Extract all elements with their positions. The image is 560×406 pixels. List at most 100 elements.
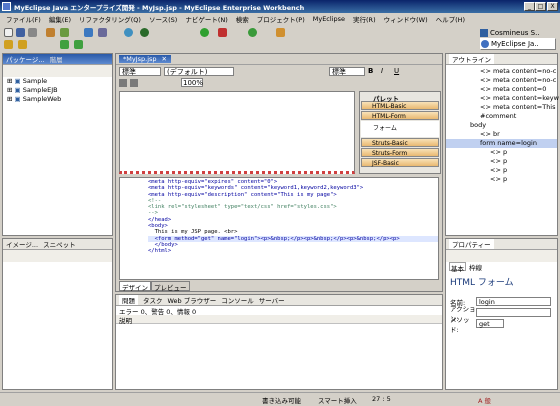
tab-border[interactable]: 枠線	[469, 262, 482, 272]
outline-item[interactable]: <> meta content=keyw	[446, 94, 559, 103]
menu-file[interactable]: ファイル(F)	[2, 14, 45, 24]
design-canvas[interactable]	[119, 91, 355, 174]
menu-window[interactable]: ウィンドウ(W)	[380, 14, 432, 24]
close-button[interactable]: X	[547, 2, 558, 11]
forward-icon[interactable]	[18, 40, 27, 49]
main-toolbar	[0, 25, 470, 52]
perspective-item-cosmineus[interactable]: Cosmineus S..	[480, 27, 556, 38]
perspective-item-myeclipse[interactable]: MyEclipse Ja..	[480, 38, 556, 50]
package-tree: ⊞ ▣ Sample ⊞ ▣ SampleEJB ⊞ ▣ SampleWeb	[3, 77, 112, 104]
bold-button[interactable]: B	[368, 67, 378, 75]
new-class-icon[interactable]	[248, 28, 257, 37]
status-bar: 書き込み可能 スマート挿入 27 : 5 A 般	[0, 392, 560, 406]
deploy-icon[interactable]	[98, 28, 107, 37]
outline-item[interactable]: <> meta content=no-c	[446, 67, 557, 76]
outline-item[interactable]: <> p	[446, 157, 557, 166]
web-icon[interactable]	[140, 28, 149, 37]
new-icon[interactable]	[4, 28, 13, 37]
debug-icon[interactable]	[60, 28, 69, 37]
package-toolbar	[3, 65, 112, 77]
menu-project[interactable]: プロジェクト(P)	[253, 14, 309, 24]
image-toolbar	[3, 250, 112, 262]
tree-item-sample[interactable]: ⊞ ▣ Sample	[7, 77, 112, 86]
tab-package-explorer[interactable]: パッケージ...	[6, 54, 45, 64]
format-icon[interactable]	[130, 78, 138, 87]
tab-tasks[interactable]: タスク	[143, 295, 163, 305]
italic-button[interactable]: I	[381, 67, 391, 75]
menu-source[interactable]: ソース(S)	[145, 14, 181, 24]
editor-tabs: *MyJsp.jsp ✕	[116, 54, 442, 65]
perspective-switcher: Cosmineus S.. MyEclipse Ja..	[470, 26, 558, 51]
font-select[interactable]: (デフォルト)	[164, 66, 234, 76]
tab-console[interactable]: コンソール	[221, 295, 254, 305]
menu-navigate[interactable]: ナビゲート(N)	[181, 14, 231, 24]
properties-panel: プロパティー 基本 枠線 HTML フォーム 名前: login アクション: …	[445, 238, 558, 390]
maximize-button[interactable]: □	[535, 2, 546, 11]
print-icon[interactable]	[28, 28, 37, 37]
outline-item[interactable]: <> meta content=no-c	[446, 76, 557, 85]
tab-snippet[interactable]: スニペット	[43, 239, 76, 249]
tab-basic[interactable]: 基本	[449, 262, 466, 273]
properties-heading: HTML フォーム	[450, 278, 514, 288]
save-icon[interactable]	[16, 28, 25, 37]
palette-form[interactable]: フォーム	[361, 121, 439, 137]
search-icon[interactable]	[276, 28, 285, 37]
name-field[interactable]: login	[476, 297, 551, 306]
tree-item-sampleejb[interactable]: ⊞ ▣ SampleEJB	[7, 86, 112, 95]
tab-problems[interactable]: 問題	[119, 295, 138, 305]
server-icon[interactable]	[84, 28, 93, 37]
tab-web-browser[interactable]: Web ブラウザー	[168, 295, 217, 305]
style-select[interactable]: 標準	[119, 66, 161, 76]
action-field[interactable]	[476, 308, 551, 317]
palette-html-basic[interactable]: HTML-Basic	[361, 101, 439, 110]
menu-help[interactable]: ヘルプ(H)	[432, 14, 469, 24]
zoom-select[interactable]: 100%	[181, 78, 203, 87]
outline-item[interactable]: <> p	[446, 148, 557, 157]
palette-html-form[interactable]: HTML-Form	[361, 111, 439, 120]
menu-edit[interactable]: 編集(E)	[45, 14, 75, 24]
tree-item-sampleweb[interactable]: ⊞ ▣ SampleWeb	[7, 95, 112, 104]
underline-button[interactable]: U	[394, 67, 404, 75]
package-explorer-tabs: パッケージ... 階層	[3, 54, 112, 65]
source-editor[interactable]: <meta http-equiv="expires" content="0"> …	[119, 177, 439, 280]
nav-back-icon[interactable]	[60, 40, 69, 49]
minimize-button[interactable]: _	[524, 2, 535, 11]
menu-search[interactable]: 検索	[232, 14, 253, 24]
tab-hierarchy[interactable]: 階層	[50, 54, 63, 64]
title-bar: MyEclipse Java エンタープライズ開発 - MyJsp.jsp - …	[0, 0, 560, 13]
column-header-description[interactable]: 説明	[116, 315, 442, 325]
browser-icon[interactable]	[124, 28, 133, 37]
tab-design[interactable]: デザイン	[119, 281, 151, 292]
ext-tools-icon[interactable]	[218, 28, 227, 37]
method-row: メソッド: get	[446, 316, 557, 334]
outline-item[interactable]: <> p	[446, 166, 557, 175]
tab-preview[interactable]: プレビュー	[151, 281, 190, 292]
run-icon[interactable]	[200, 28, 209, 37]
menu-myeclipse[interactable]: MyEclipse	[309, 15, 349, 23]
palette-struts-form[interactable]: Struts-Form	[361, 148, 439, 157]
open-type-icon[interactable]	[46, 28, 55, 37]
menu-refactor[interactable]: リファクタリング(Q)	[75, 14, 145, 24]
tab-properties[interactable]: プロパティー	[449, 239, 494, 249]
outline-item[interactable]: <> br	[446, 130, 557, 139]
outline-item-comment[interactable]: #comment	[446, 112, 557, 121]
outline-item-form[interactable]: form name=login	[446, 139, 557, 148]
image-panel-tabs: イメージ... スニペット	[3, 239, 112, 250]
outline-item[interactable]: <> p	[446, 175, 557, 184]
format-icon[interactable]	[119, 78, 127, 87]
tab-servers[interactable]: サーバー	[259, 295, 285, 305]
nav-forward-icon[interactable]	[74, 40, 83, 49]
problems-panel: 問題 タスク Web ブラウザー コンソール サーバー エラー 0、警告 0、情…	[115, 294, 443, 390]
palette-jsf-basic[interactable]: JSF-Basic	[361, 158, 439, 167]
tab-image[interactable]: イメージ...	[6, 239, 38, 249]
tab-outline[interactable]: アウトライン	[449, 54, 494, 64]
size-select[interactable]: 標準	[329, 66, 365, 76]
outline-item[interactable]: <> meta content=This	[446, 103, 557, 112]
palette-struts-basic[interactable]: Struts-Basic	[361, 138, 439, 147]
close-icon[interactable]: ✕	[162, 55, 167, 63]
outline-item-body[interactable]: body	[446, 121, 557, 130]
back-icon[interactable]	[4, 40, 13, 49]
method-select[interactable]: get	[476, 319, 504, 328]
outline-item[interactable]: <> meta content=0	[446, 85, 557, 94]
menu-run[interactable]: 実行(R)	[349, 14, 380, 24]
